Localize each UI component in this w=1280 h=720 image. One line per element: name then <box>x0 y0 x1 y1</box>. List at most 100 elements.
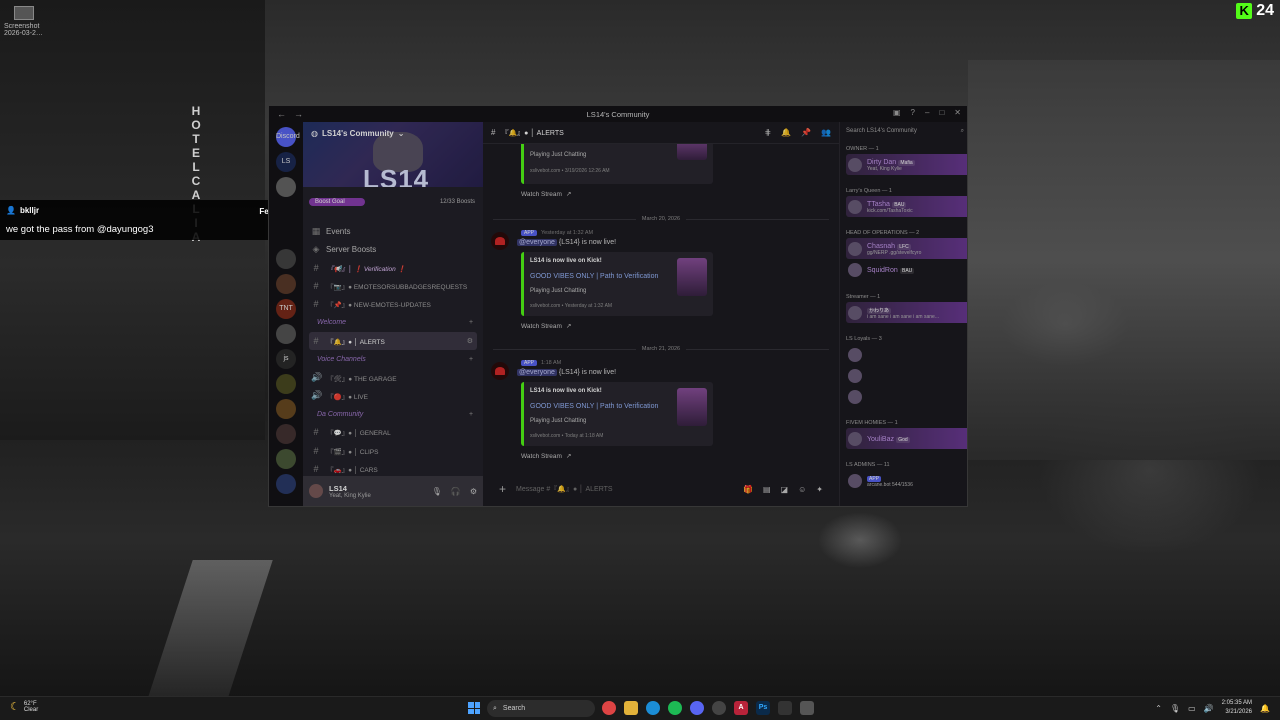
member-item[interactable]: Chasnah LFC gg/NERP .gg/stevelfcyro <box>846 238 967 259</box>
weather-widget[interactable]: ☾ 62°F Clear <box>10 700 39 714</box>
guild-icon-home[interactable]: Discord <box>276 127 300 147</box>
members-icon[interactable]: 👥 <box>821 128 831 137</box>
edge-icon[interactable] <box>646 701 660 715</box>
obs-icon[interactable] <box>712 701 726 715</box>
channel-item-general[interactable]: # 『💬』● │ GENERAL <box>309 423 477 441</box>
boost-goal-row[interactable]: Boost Goal 12/33 Boosts <box>309 196 475 208</box>
file-explorer-icon[interactable] <box>624 701 638 715</box>
stream-chat-overlay: 👤 bklljr Female ♀ we got the pass from @… <box>0 200 308 240</box>
apps-icon[interactable]: ✦ <box>816 485 823 494</box>
watch-stream-button[interactable]: Watch Stream ↗ <box>521 322 571 331</box>
guild-icon-js[interactable]: js <box>276 349 296 369</box>
guild-icon[interactable] <box>276 274 296 294</box>
add-channel-icon[interactable]: + <box>469 411 477 418</box>
member-item[interactable]: かわりあ i am sane i am sane i am sane... <box>846 302 967 323</box>
inbox-icon[interactable]: ▣ <box>893 108 901 117</box>
microphone-icon[interactable]: 🎙 <box>432 487 442 496</box>
taskbar-search[interactable]: ⌕ Search <box>487 700 595 717</box>
forward-arrow-icon[interactable]: → <box>294 109 303 119</box>
everyone-mention[interactable]: @everyone <box>517 239 557 246</box>
server-banner[interactable]: LS14 ◍ LS14's Community ⌄ <box>303 122 483 187</box>
bell-icon[interactable]: 🔔 <box>781 128 791 137</box>
member-item[interactable] <box>846 386 967 407</box>
plus-icon[interactable]: + <box>499 482 506 496</box>
gif-icon[interactable]: ▤ <box>763 485 771 494</box>
channel-item-clips[interactable]: # 『🎬』● │ CLIPS <box>309 442 477 460</box>
weather-desc: Clear <box>23 706 39 713</box>
guild-icon-tnt[interactable]: TNT <box>276 299 296 319</box>
guild-icon[interactable] <box>276 474 296 494</box>
guild-icon[interactable] <box>276 424 296 444</box>
headphones-icon[interactable]: 🎧 <box>451 487 461 496</box>
server-name-label: LS14's Community <box>321 129 394 138</box>
task-manager-icon[interactable] <box>800 701 814 715</box>
close-icon[interactable]: ✕ <box>954 108 961 117</box>
back-arrow-icon[interactable]: ← <box>277 109 286 119</box>
adobe-icon[interactable]: A <box>734 701 748 715</box>
everyone-mention[interactable]: @everyone <box>517 369 557 376</box>
guild-icon[interactable] <box>276 324 296 344</box>
member-item[interactable]: APP arcane.bot 544/1536 <box>846 470 967 491</box>
member-item[interactable]: TTasha BAU kick.com/TashaToxic <box>846 196 967 217</box>
member-item[interactable] <box>846 365 967 386</box>
bot-avatar[interactable] <box>491 362 509 380</box>
minimize-icon[interactable]: – <box>925 108 929 117</box>
avatar[interactable] <box>309 484 323 498</box>
category-voice-channels[interactable]: Voice Channels + <box>309 350 477 368</box>
message-content: @everyone {LS14} is now live! <box>517 239 616 246</box>
discord-icon[interactable] <box>690 701 704 715</box>
volume-icon[interactable]: 🔊 <box>1204 704 1214 713</box>
desktop-screenshot-icon[interactable]: Screenshot 2026-03-2… <box>4 6 54 37</box>
photoshop-icon[interactable]: Ps <box>756 701 770 715</box>
channel-settings-icon[interactable]: ⚙ <box>467 337 477 345</box>
channel-item-new-emotes[interactable]: # 『📌』● NEW-EMOTES-UPDATES <box>309 295 477 313</box>
member-item[interactable] <box>846 344 967 365</box>
guild-icon-ls[interactable]: LS <box>276 152 296 172</box>
clock[interactable]: 2:05:35 AM 3/21/2026 <box>1222 699 1252 717</box>
gift-icon[interactable]: 🎁 <box>743 485 753 494</box>
channel-item-events[interactable]: ▦ Events <box>309 222 477 240</box>
pin-icon[interactable]: 📌 <box>801 128 811 137</box>
help-icon[interactable]: ? <box>911 108 915 117</box>
channel-item-alerts[interactable]: # 『🔔』● │ ALERTS ⚙ <box>309 331 477 351</box>
embed-title[interactable]: GOOD VIBES ONLY | Path to Verification <box>530 403 658 410</box>
voice-channel-the-garage[interactable]: 🔊 『🛠』● THE GARAGE <box>309 368 477 386</box>
add-channel-icon[interactable]: + <box>469 356 477 363</box>
voice-channel-live[interactable]: 🔊 『🔴』● LIVE <box>309 387 477 405</box>
channel-item-emote-requests[interactable]: # 『📷』● EMOTESORSUBBADGESREQUESTS <box>309 277 477 295</box>
emoji-icon[interactable]: ☺ <box>798 485 806 494</box>
member-item[interactable]: YouliBaz God <box>846 428 967 449</box>
search-input[interactable]: Search LS14's Community ⌕ <box>846 128 964 138</box>
microphone-icon[interactable]: 🎙 <box>1170 704 1180 713</box>
embed-title[interactable]: GOOD VIBES ONLY | Path to Verification <box>530 273 658 280</box>
category-da-community[interactable]: Da Community + <box>309 405 477 423</box>
server-name[interactable]: ◍ LS14's Community ⌄ <box>311 129 404 138</box>
member-item[interactable]: Dirty Dan Mafia Yeat, King Kylie <box>846 154 967 175</box>
member-item[interactable]: SquidRon BAU <box>846 259 967 280</box>
spotify-icon[interactable] <box>668 701 682 715</box>
chrome-icon[interactable] <box>602 701 616 715</box>
maximize-icon[interactable]: □ <box>939 108 944 117</box>
gear-icon[interactable]: ⚙ <box>470 487 477 496</box>
add-channel-icon[interactable]: + <box>469 319 477 326</box>
threads-icon[interactable]: ⋕ <box>764 128 771 137</box>
windows-start-icon[interactable] <box>468 702 480 714</box>
network-icon[interactable]: ▭ <box>1188 704 1196 713</box>
guild-icon[interactable] <box>276 374 296 394</box>
channel-item-server-boosts[interactable]: ◈ Server Boosts <box>309 240 477 258</box>
embed-description: Playing Just Chatting <box>530 152 587 158</box>
window-app-icon[interactable] <box>778 701 792 715</box>
category-welcome[interactable]: Welcome + <box>309 313 477 331</box>
watch-stream-button[interactable]: Watch Stream ↗ <box>521 190 571 199</box>
guild-icon[interactable] <box>276 177 296 197</box>
bot-avatar[interactable] <box>491 232 509 250</box>
guild-icon[interactable] <box>276 449 296 469</box>
chevron-up-icon[interactable]: ⌃ <box>1155 704 1162 713</box>
message-composer[interactable]: + Message #『🔔』● │ ALERTS 🎁 ▤ ◪ ☺ ✦ <box>491 478 831 500</box>
watch-stream-button[interactable]: Watch Stream ↗ <box>521 452 571 461</box>
channel-item-verification[interactable]: # 『📢』│ ❗ Verification ❗ <box>309 259 477 277</box>
guild-icon[interactable] <box>276 399 296 419</box>
guild-icon[interactable] <box>276 249 296 269</box>
sticker-icon[interactable]: ◪ <box>781 485 789 494</box>
notification-bell-icon[interactable]: 🔔 <box>1260 704 1270 713</box>
